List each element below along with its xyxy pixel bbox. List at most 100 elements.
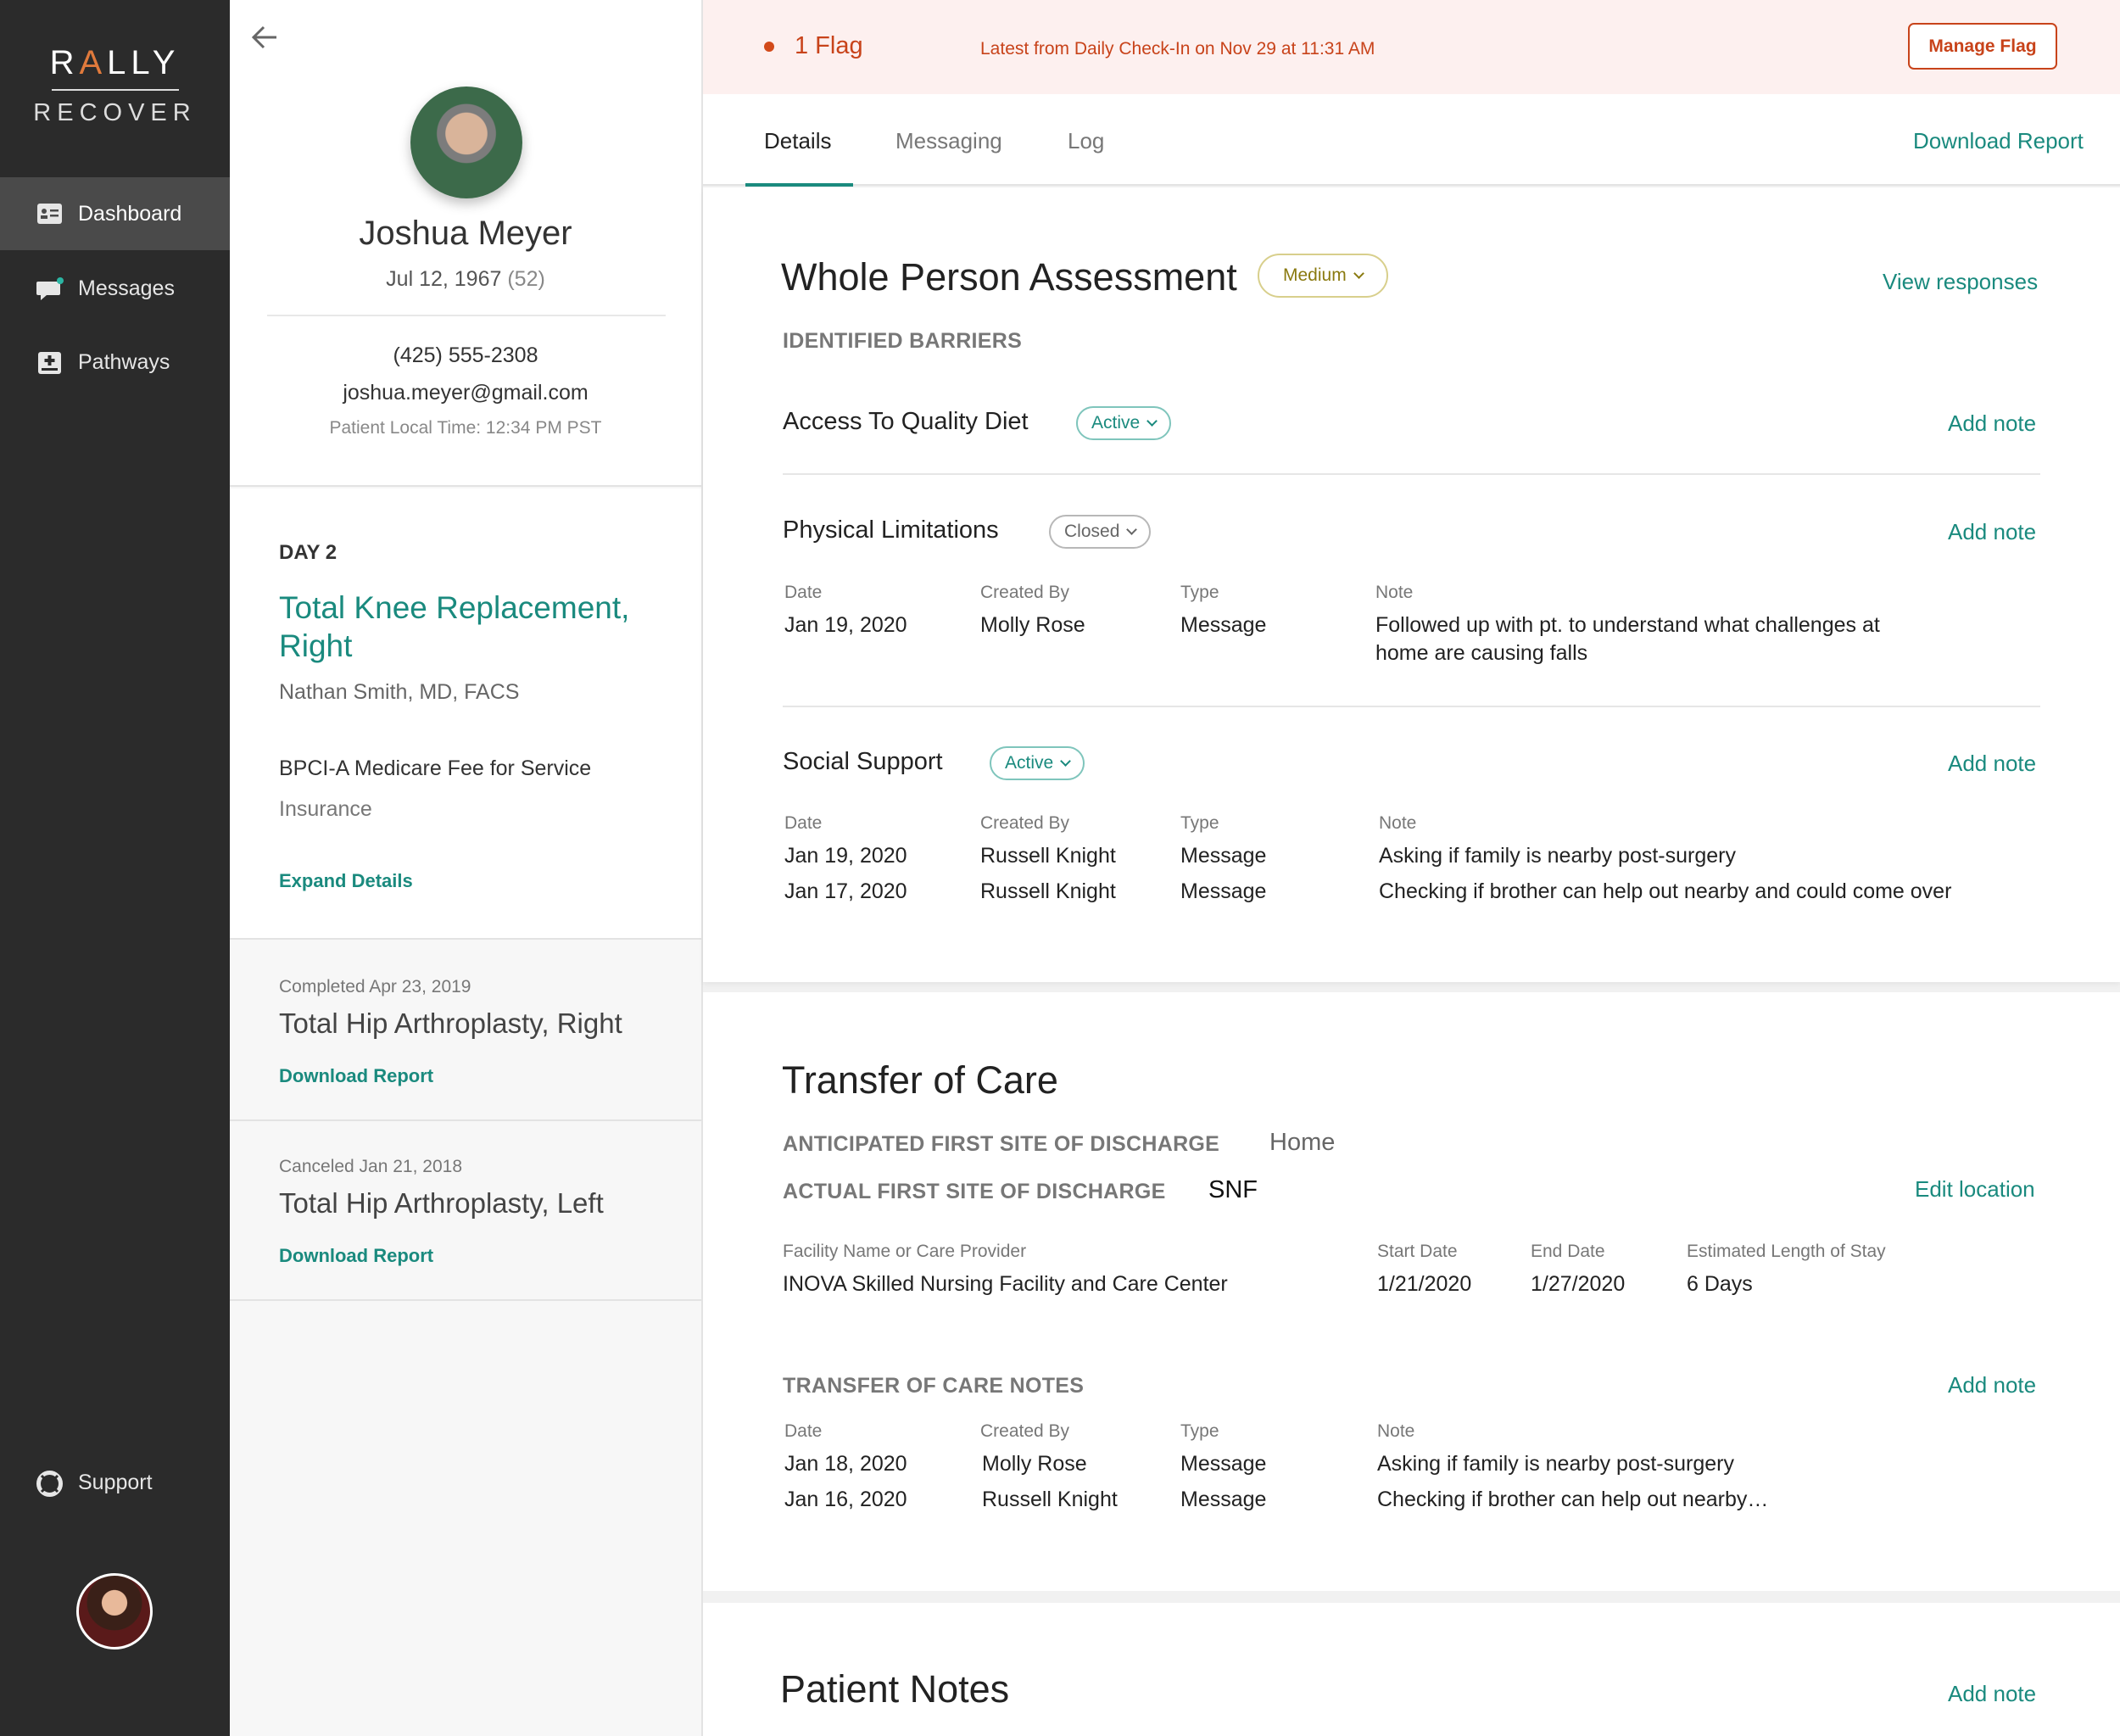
messages-icon bbox=[36, 276, 64, 300]
patient-panel: Joshua Meyer Jul 12, 1967 (52) (425) 555… bbox=[230, 0, 703, 1736]
risk-level-value: Medium bbox=[1283, 265, 1347, 285]
note-date: Jan 17, 2020 bbox=[784, 879, 907, 903]
past-episode: Canceled Jan 21, 2018 Total Hip Arthropl… bbox=[230, 1121, 701, 1301]
main-content: 1 Flag Latest from Daily Check-In on Nov… bbox=[703, 0, 2120, 1736]
actual-discharge-label: ACTUAL FIRST SITE OF DISCHARGE bbox=[783, 1180, 1166, 1203]
episode-title: Total Knee Replacement, Right bbox=[279, 590, 630, 663]
tab-details[interactable]: Details bbox=[764, 128, 831, 154]
barrier-status-value: Active bbox=[1091, 413, 1141, 433]
note-text: Asking if family is nearby post-surgery bbox=[1377, 1452, 1734, 1476]
note-author: Russell Knight bbox=[980, 879, 1116, 903]
barrier-title: Physical Limitations bbox=[783, 516, 999, 544]
flag-count: 1 Flag bbox=[795, 32, 863, 59]
patient-summary: Joshua Meyer Jul 12, 1967 (52) (425) 555… bbox=[230, 0, 701, 487]
nav-messages[interactable]: Messages bbox=[0, 252, 230, 325]
add-note-link[interactable]: Add note bbox=[1948, 751, 2036, 777]
nav-pathways[interactable]: Pathways bbox=[0, 326, 230, 399]
anticipated-discharge-value: Home bbox=[1269, 1129, 1336, 1156]
end-date: 1/27/2020 bbox=[1531, 1272, 1626, 1296]
manage-flag-button[interactable]: Manage Flag bbox=[1908, 23, 2057, 70]
patient-name: Joshua Meyer bbox=[359, 215, 572, 252]
column-header: Date bbox=[784, 813, 823, 833]
patient-phone[interactable]: (425) 555-2308 bbox=[230, 343, 701, 368]
download-report-link[interactable]: Download Report bbox=[279, 1065, 433, 1087]
column-header: Estimated Length of Stay bbox=[1687, 1242, 1886, 1261]
expand-details-link[interactable]: Expand Details bbox=[279, 870, 413, 892]
back-arrow-icon[interactable] bbox=[250, 20, 279, 59]
whole-person-assessment: Whole Person Assessment Medium View resp… bbox=[703, 187, 2120, 982]
active-tab-indicator bbox=[745, 183, 853, 187]
column-header: Facility Name or Care Provider bbox=[783, 1242, 1027, 1261]
barrier-title: Access To Quality Diet bbox=[783, 408, 1029, 435]
note-type: Message bbox=[1180, 1488, 1267, 1511]
section-title: Patient Notes bbox=[780, 1667, 1010, 1711]
sidebar-nav: RALLY RECOVER Dashboard Messages Pathway… bbox=[0, 0, 230, 1736]
barrier-status-value: Active bbox=[1005, 753, 1054, 773]
section-title: Whole Person Assessment bbox=[781, 255, 1237, 299]
actual-discharge-value: SNF bbox=[1208, 1176, 1258, 1203]
barrier-status-dropdown[interactable]: Active bbox=[990, 746, 1085, 780]
add-note-link[interactable]: Add note bbox=[1948, 1372, 2036, 1398]
identified-barriers-label: IDENTIFIED BARRIERS bbox=[783, 329, 1023, 353]
chevron-down-icon bbox=[1060, 756, 1072, 767]
patient-local-time: Patient Local Time: 12:34 PM PST bbox=[329, 418, 602, 438]
column-header: Type bbox=[1180, 813, 1219, 833]
patient-email[interactable]: joshua.meyer@gmail.com bbox=[230, 381, 701, 405]
episode-plan-label: Insurance bbox=[279, 797, 372, 821]
length-of-stay: 6 Days bbox=[1687, 1272, 1753, 1296]
pathways-icon bbox=[36, 350, 63, 374]
column-header: Created By bbox=[980, 1421, 1070, 1441]
anticipated-discharge-label: ANTICIPATED FIRST SITE OF DISCHARGE bbox=[783, 1132, 1220, 1156]
nav-support-label: Support bbox=[78, 1470, 153, 1494]
episode-day: DAY 2 bbox=[279, 541, 338, 564]
barrier-status-dropdown[interactable]: Active bbox=[1076, 406, 1172, 440]
add-note-link[interactable]: Add note bbox=[1948, 410, 2036, 437]
note-type: Message bbox=[1180, 844, 1267, 868]
add-note-link[interactable]: Add note bbox=[1948, 1681, 2036, 1707]
note-date: Jan 19, 2020 bbox=[784, 844, 907, 868]
note-type: Message bbox=[1180, 613, 1267, 637]
brand-logo[interactable]: RALLY RECOVER bbox=[0, 44, 230, 127]
download-report-link[interactable]: Download Report bbox=[1913, 128, 2084, 154]
dashboard-icon bbox=[36, 202, 63, 226]
chevron-down-icon bbox=[1126, 524, 1138, 535]
column-header: Type bbox=[1180, 583, 1219, 602]
tab-messaging[interactable]: Messaging bbox=[895, 128, 1002, 154]
chevron-down-icon bbox=[1146, 416, 1158, 427]
barrier-status-dropdown[interactable]: Closed bbox=[1049, 515, 1152, 549]
episode-surgeon: Nathan Smith, MD, FACS bbox=[279, 680, 520, 704]
download-report-link[interactable]: Download Report bbox=[279, 1245, 433, 1267]
past-episode-status: Completed Apr 23, 2019 bbox=[279, 977, 471, 996]
barrier-title: Social Support bbox=[783, 748, 943, 775]
patient-dob: Jul 12, 1967 (52) bbox=[386, 267, 545, 291]
past-episode-title: Total Hip Arthroplasty, Right bbox=[279, 1008, 622, 1039]
chevron-down-icon bbox=[1353, 268, 1364, 279]
flag-dot-icon bbox=[764, 42, 774, 52]
section-title: Transfer of Care bbox=[782, 1058, 1058, 1102]
divider bbox=[783, 473, 2040, 475]
add-note-link[interactable]: Add note bbox=[1948, 519, 2036, 545]
column-header: Date bbox=[784, 1421, 823, 1441]
note-date: Jan 16, 2020 bbox=[784, 1488, 907, 1511]
flag-latest: Latest from Daily Check-In on Nov 29 at … bbox=[980, 39, 1375, 59]
nav-support[interactable]: Support bbox=[0, 1446, 230, 1519]
column-header: Created By bbox=[980, 583, 1070, 602]
risk-level-dropdown[interactable]: Medium bbox=[1258, 254, 1388, 298]
note-author: Russell Knight bbox=[982, 1488, 1118, 1511]
user-avatar[interactable] bbox=[76, 1573, 153, 1649]
tab-log[interactable]: Log bbox=[1068, 128, 1104, 154]
patient-age: (52) bbox=[507, 267, 545, 291]
barrier-status-value: Closed bbox=[1064, 522, 1120, 541]
column-header: Note bbox=[1377, 1421, 1415, 1441]
nav-pathways-label: Pathways bbox=[78, 349, 170, 374]
nav-dashboard[interactable]: Dashboard bbox=[0, 177, 230, 250]
start-date: 1/21/2020 bbox=[1377, 1272, 1472, 1296]
edit-location-link[interactable]: Edit location bbox=[1915, 1176, 2035, 1203]
view-responses-link[interactable]: View responses bbox=[1883, 269, 2038, 295]
patient-notes: Patient Notes Add note bbox=[703, 1603, 2120, 1736]
facility-name: INOVA Skilled Nursing Facility and Care … bbox=[783, 1272, 1228, 1296]
support-icon bbox=[36, 1471, 63, 1497]
note-author: Russell Knight bbox=[980, 844, 1116, 868]
divider bbox=[783, 706, 2040, 707]
note-type: Message bbox=[1180, 879, 1267, 903]
